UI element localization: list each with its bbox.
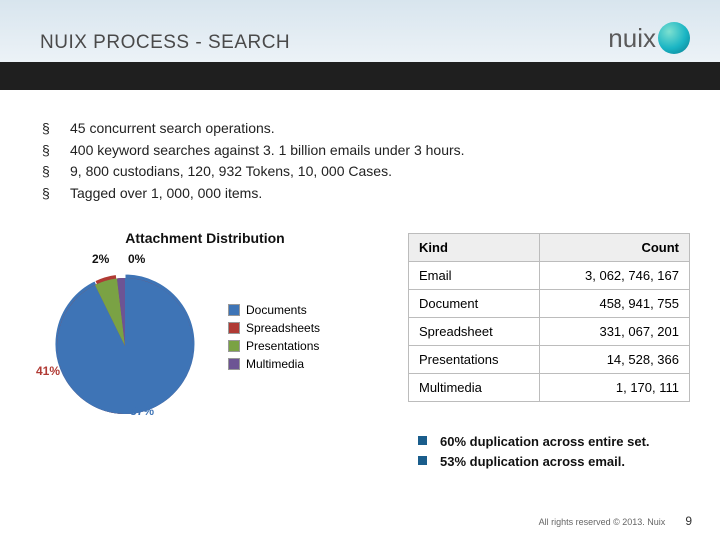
pie-label-57pct: 57% xyxy=(130,404,154,418)
bullet-list: 45 concurrent search operations. 400 key… xyxy=(42,118,465,205)
swatch-icon xyxy=(228,358,240,370)
list-item: 400 keyword searches against 3. 1 billio… xyxy=(42,140,465,162)
table-row: Spreadsheet 331, 067, 201 xyxy=(409,318,690,346)
list-item: 9, 800 custodians, 120, 932 Tokens, 10, … xyxy=(42,161,465,183)
legend-item: Presentations xyxy=(228,339,320,353)
swatch-icon xyxy=(228,304,240,316)
legend-item: Spreadsheets xyxy=(228,321,320,335)
legend-label: Presentations xyxy=(246,339,319,353)
legend-label: Documents xyxy=(246,303,307,317)
page-number: 9 xyxy=(685,514,692,528)
table-header-row: Kind Count xyxy=(409,234,690,262)
pie-chart: Attachment Distribution xyxy=(40,230,370,424)
pie-graphic: 2% 0% 41% 57% xyxy=(40,254,210,424)
table-row: Multimedia 1, 170, 111 xyxy=(409,374,690,402)
list-item: 45 concurrent search operations. xyxy=(42,118,465,140)
chart-title: Attachment Distribution xyxy=(40,230,370,246)
table-row: Presentations 14, 528, 366 xyxy=(409,346,690,374)
page-title: NUIX PROCESS - SEARCH xyxy=(40,32,290,54)
logo-orb-icon xyxy=(658,22,690,54)
pie-label-41pct: 41% xyxy=(36,364,60,378)
kind-count-table: Kind Count Email 3, 062, 746, 167 Docume… xyxy=(408,233,690,402)
swatch-icon xyxy=(228,340,240,352)
col-count: Count xyxy=(540,234,690,262)
logo-text: nuix xyxy=(608,23,656,54)
legend-label: Spreadsheets xyxy=(246,321,320,335)
footer: All rights reserved © 2013. Nuix 9 xyxy=(539,514,692,528)
table-row: Email 3, 062, 746, 167 xyxy=(409,262,690,290)
pie-label-0pct: 0% xyxy=(128,252,145,266)
brand-logo: nuix xyxy=(608,22,690,54)
legend-item: Documents xyxy=(228,303,320,317)
pie-label-2pct: 2% xyxy=(92,252,109,266)
chart-legend: Documents Spreadsheets Presentations Mul… xyxy=(228,303,320,375)
legend-label: Multimedia xyxy=(246,357,304,371)
list-item: Tagged over 1, 000, 000 items. xyxy=(42,183,465,205)
col-kind: Kind xyxy=(409,234,540,262)
notes-list: 60% duplication across entire set. 53% d… xyxy=(418,432,650,471)
table-row: Document 458, 941, 755 xyxy=(409,290,690,318)
list-item: 53% duplication across email. xyxy=(418,452,650,472)
divider-bar xyxy=(0,62,720,90)
list-item: 60% duplication across entire set. xyxy=(418,432,650,452)
copyright-text: All rights reserved © 2013. Nuix xyxy=(539,517,666,527)
swatch-icon xyxy=(228,322,240,334)
legend-item: Multimedia xyxy=(228,357,320,371)
